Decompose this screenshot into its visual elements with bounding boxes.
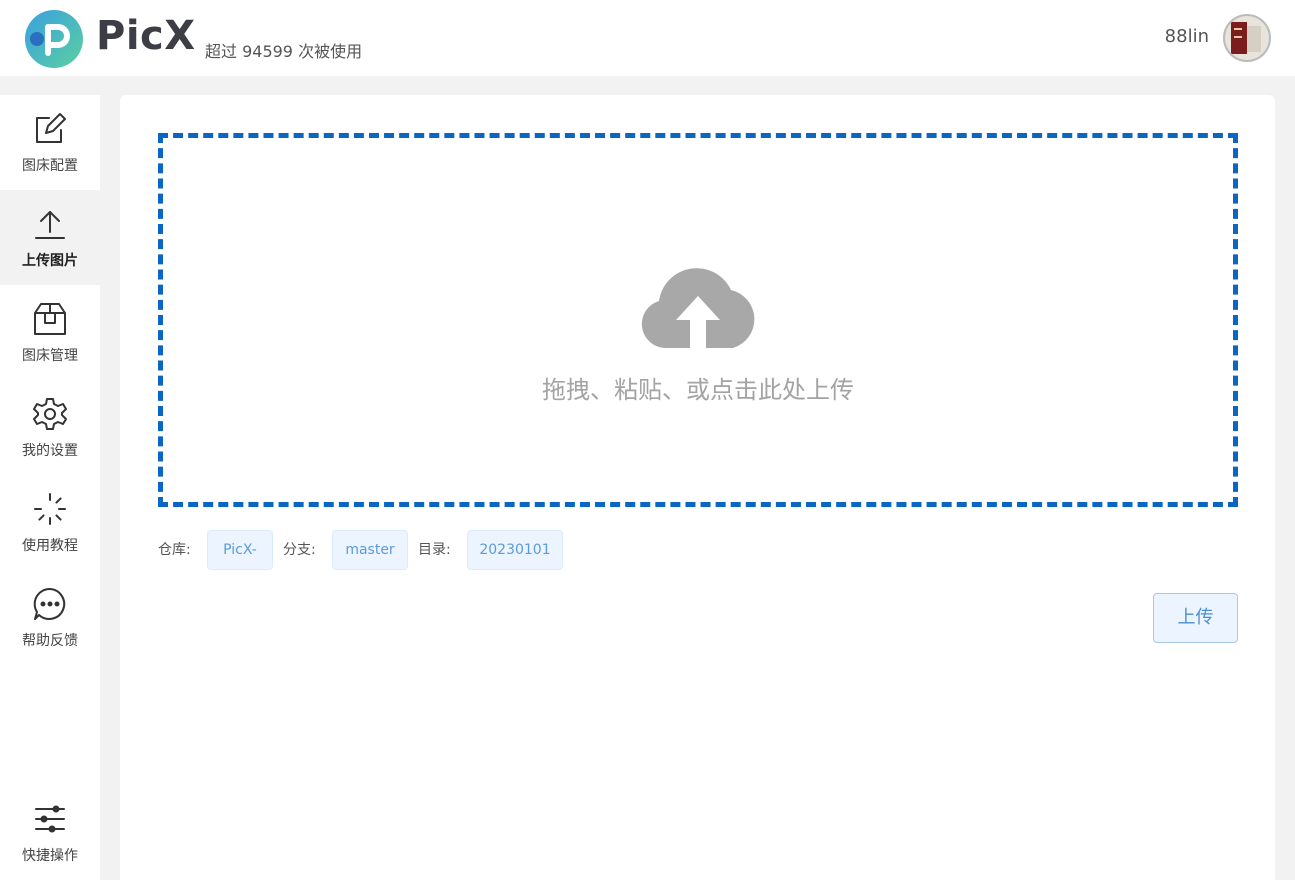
upload-dropzone[interactable]: 拖拽、粘贴、或点击此处上传	[158, 133, 1238, 507]
sidebar-item-tutorial[interactable]: 使用教程	[0, 475, 100, 570]
sidebar: 图床配置 上传图片 图床管理 我的设置 使用教程 帮助反馈 快捷操作	[0, 95, 100, 880]
app-header: PicX 超过 94599 次被使用 88lin	[0, 0, 1295, 76]
sidebar-item-feedback[interactable]: 帮助反馈	[0, 570, 100, 665]
sidebar-item-picbed-manage[interactable]: 图床管理	[0, 285, 100, 380]
dir-label: 目录:	[418, 542, 451, 558]
box-icon	[34, 303, 66, 335]
sidebar-item-upload[interactable]: 上传图片	[0, 190, 100, 285]
upload-icon	[35, 211, 65, 239]
cloud-upload-icon	[641, 268, 755, 348]
repo-label: 仓库:	[158, 542, 191, 558]
sidebar-item-label: 使用教程	[22, 538, 78, 554]
repo-tag: PicX-	[207, 530, 273, 570]
upload-panel: 拖拽、粘贴、或点击此处上传 仓库: PicX- 分支: master 目录: 2…	[120, 95, 1275, 880]
gear-icon	[33, 398, 67, 430]
edit-icon	[36, 113, 66, 143]
loading-icon	[34, 493, 66, 525]
sidebar-item-label: 上传图片	[22, 253, 78, 269]
branch-tag: master	[332, 530, 408, 570]
sidebar-item-label: 我的设置	[22, 443, 78, 459]
sidebar-item-settings[interactable]: 我的设置	[0, 380, 100, 475]
sidebar-item-label: 图床管理	[22, 348, 78, 364]
sidebar-item-label: 图床配置	[22, 158, 78, 174]
avatar[interactable]	[1223, 14, 1271, 62]
upload-button[interactable]: 上传	[1153, 593, 1238, 643]
sidebar-item-label: 快捷操作	[22, 848, 78, 864]
dropzone-hint: 拖拽、粘贴、或点击此处上传	[542, 376, 854, 404]
sidebar-item-shortcuts[interactable]: 快捷操作	[0, 785, 100, 880]
sidebar-item-picbed-config[interactable]: 图床配置	[0, 95, 100, 190]
branch-label: 分支:	[283, 542, 316, 558]
chat-icon	[33, 587, 66, 620]
sliders-icon	[35, 805, 65, 833]
usage-count: 超过 94599 次被使用	[205, 42, 363, 61]
dir-tag: 20230101	[467, 530, 563, 570]
username[interactable]: 88lin	[1165, 26, 1209, 47]
sidebar-item-label: 帮助反馈	[22, 633, 78, 649]
picx-logo[interactable]	[24, 9, 84, 69]
brand-name: PicX	[96, 13, 196, 59]
